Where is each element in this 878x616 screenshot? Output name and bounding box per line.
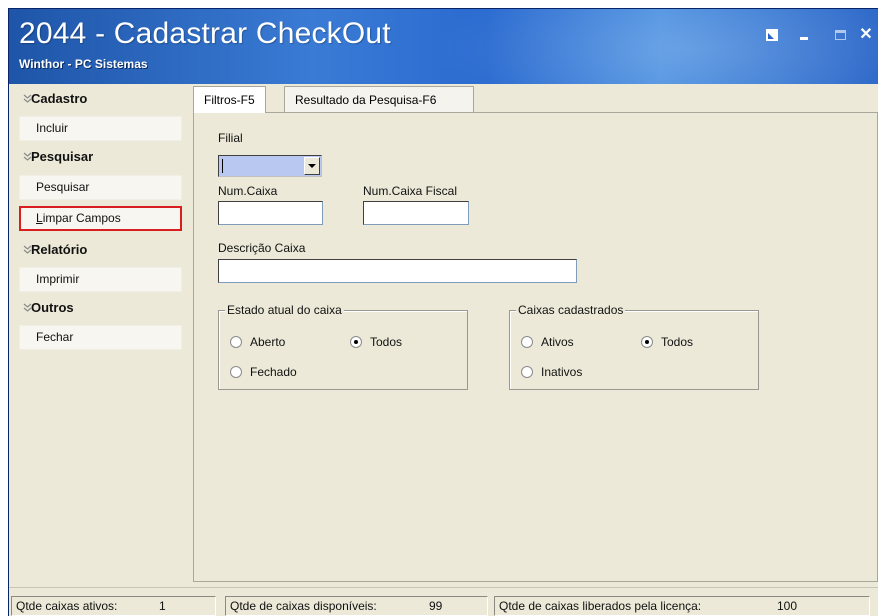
sidebar-item-incluir[interactable]: Incluir — [19, 116, 182, 141]
filters-panel: Filial Num.Caixa Num.Caixa Fiscal Descri… — [193, 112, 878, 582]
section-label: Outros — [31, 300, 74, 315]
radio-fechado[interactable]: Fechado — [230, 364, 297, 380]
status-ativos-value: 1 — [159, 599, 166, 613]
sidebar-item-fechar[interactable]: Fechar — [19, 325, 182, 350]
estado-caixa-group: Estado atual do caixa Aberto Todos Fecha… — [218, 303, 468, 390]
sidebar: Cadastro Incluir Pesquisar Pesquisar Lim… — [9, 84, 189, 582]
chevron-down-icon — [23, 152, 32, 161]
minimize-icon[interactable] — [795, 27, 813, 45]
group-title: Caixas cadastrados — [516, 303, 626, 317]
chevron-down-icon — [23, 245, 32, 254]
radio-icon — [230, 366, 242, 378]
radio-label: Aberto — [250, 335, 286, 349]
app-window: 2044 - Cadastrar CheckOut Winthor - PC S… — [8, 8, 878, 616]
radio-icon — [641, 336, 653, 348]
descricao-caixa-label: Descrição Caixa — [218, 241, 306, 255]
group-title: Estado atual do caixa — [225, 303, 344, 317]
radio-icon — [230, 336, 242, 348]
section-label: Pesquisar — [31, 149, 94, 164]
radio-icon — [350, 336, 362, 348]
sidebar-item-pesquisar[interactable]: Pesquisar — [19, 175, 182, 200]
num-caixa-fiscal-label: Num.Caixa Fiscal — [363, 184, 458, 198]
section-label: Relatório — [31, 242, 88, 257]
title-bar[interactable]: 2044 - Cadastrar CheckOut Winthor - PC S… — [9, 9, 878, 84]
num-caixa-input[interactable] — [218, 201, 323, 225]
tab-resultado-pesquisa[interactable]: Resultado da Pesquisa-F6 — [284, 86, 474, 112]
chevron-down-icon — [23, 94, 32, 103]
sidebar-item-limpar-campos[interactable]: Limpar Campos — [19, 206, 182, 231]
radio-label: Ativos — [541, 335, 574, 349]
status-liberados-value: 100 — [777, 599, 798, 613]
window-subtitle: Winthor - PC Sistemas — [19, 57, 148, 71]
radio-ativos[interactable]: Ativos — [521, 334, 574, 350]
radio-icon — [521, 336, 533, 348]
dropdown-arrow-icon[interactable] — [304, 157, 320, 175]
radio-inativos[interactable]: Inativos — [521, 364, 582, 380]
filial-select[interactable] — [218, 155, 322, 177]
radio-label: Fechado — [250, 365, 297, 379]
status-bar: Qtde caixas ativos: 1 Qtde de caixas dis… — [9, 587, 878, 616]
num-caixa-fiscal-input[interactable] — [363, 201, 469, 225]
section-header-cadastro[interactable]: Cadastro — [15, 88, 187, 110]
num-caixa-label: Num.Caixa — [218, 184, 278, 198]
restore-icon[interactable] — [763, 27, 781, 45]
section-label: Cadastro — [31, 91, 88, 106]
descricao-caixa-input[interactable] — [218, 259, 577, 283]
section-header-relatorio[interactable]: Relatório — [15, 239, 187, 261]
close-icon[interactable]: ✕ — [857, 27, 875, 45]
radio-estado-todos[interactable]: Todos — [350, 334, 402, 350]
maximize-icon[interactable] — [831, 27, 849, 45]
radio-label: Todos — [370, 335, 403, 349]
chevron-down-icon — [23, 303, 32, 312]
caixas-cadastrados-group: Caixas cadastrados Ativos Todos Inativos — [509, 303, 759, 390]
radio-label: Inativos — [541, 365, 583, 379]
radio-cadastrados-todos[interactable]: Todos — [641, 334, 693, 350]
tab-filtros[interactable]: Filtros-F5 — [193, 86, 266, 113]
radio-aberto[interactable]: Aberto — [230, 334, 285, 350]
radio-label: Todos — [661, 335, 694, 349]
status-disponiveis-value: 99 — [429, 599, 443, 613]
sidebar-item-imprimir[interactable]: Imprimir — [19, 267, 182, 292]
main-content: Filtros-F5 Resultado da Pesquisa-F6 Fili… — [190, 84, 878, 582]
filial-label: Filial — [218, 131, 243, 145]
section-header-outros[interactable]: Outros — [15, 297, 187, 319]
section-header-pesquisar[interactable]: Pesquisar — [15, 146, 187, 168]
radio-icon — [521, 366, 533, 378]
window-title: 2044 - Cadastrar CheckOut — [19, 17, 391, 50]
text-cursor — [222, 159, 223, 173]
